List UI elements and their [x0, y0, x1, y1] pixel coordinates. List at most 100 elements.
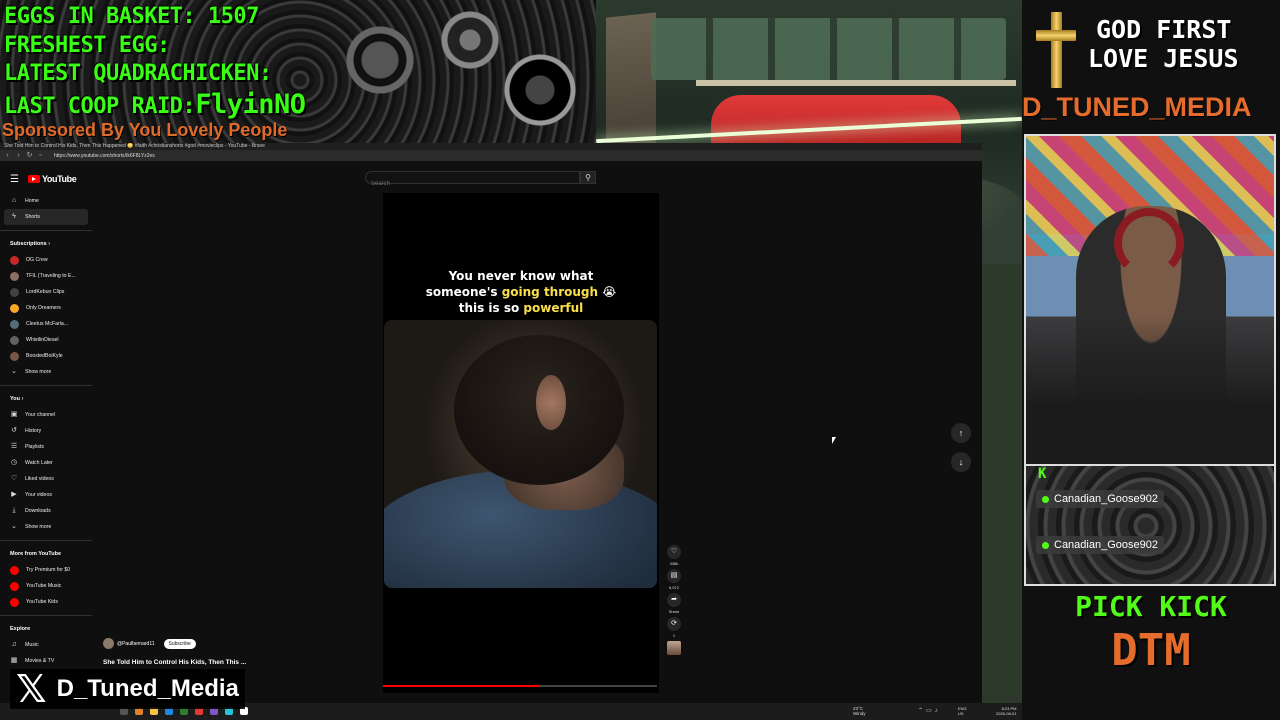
sidebar-icon: ◷: [10, 459, 18, 466]
subscriptions-list: OG Crew TFIL (Traveling to E... LordKebun …: [0, 252, 92, 364]
language-indicator[interactable]: ENG US: [958, 706, 967, 716]
cross-icon: [1036, 12, 1076, 88]
forward-icon[interactable]: ›: [15, 152, 22, 159]
stream-overlay-stats: EGGS IN BASKET: 1507 FRESHEST EGG: LATES…: [0, 0, 596, 143]
dtm-text: DTM: [1111, 625, 1191, 676]
shorts-icon: ϟ: [12, 213, 16, 220]
chevron-down-icon: ⌄: [11, 523, 17, 530]
channel-avatar: [10, 303, 19, 313]
show-more-you[interactable]: ⌄ Show more: [0, 519, 92, 535]
headset-icon: [1114, 208, 1184, 278]
latest-quadrachicken-label: LATEST QUADRACHICKEN:: [4, 61, 272, 86]
chat-badge-icon: [1042, 495, 1049, 503]
sidebar-item[interactable]: Cleetus McFarla...: [0, 316, 92, 332]
sidebar-item[interactable]: ▣ Your channel: [0, 407, 92, 423]
caption-highlight: going through: [501, 285, 599, 299]
short-title[interactable]: She Told Him to Control His Kids, Then T…: [103, 659, 246, 666]
sidebar-item[interactable]: Only Dreamers: [0, 300, 92, 316]
share-label: Share: [668, 609, 680, 614]
like-action: ♡ 438k: [665, 545, 683, 566]
subscriptions-header[interactable]: Subscriptions ›: [0, 236, 92, 252]
sponsor-text: Sponsored By You Lovely People: [2, 120, 288, 140]
menu-icon[interactable]: ☰: [10, 174, 19, 185]
remix-icon[interactable]: ⟳: [667, 617, 681, 631]
sidebar-icon: ♫: [11, 641, 17, 648]
share-icon[interactable]: ➦: [667, 593, 681, 607]
short-actions: ♡ 438k ▤ 6,572 ➦ Share ⟳ 1: [665, 545, 683, 655]
sidebar-item[interactable]: BoostedBoiKyle: [0, 348, 92, 364]
sidebar-item[interactable]: YouTube Kids: [0, 594, 92, 610]
search-input[interactable]: [366, 178, 579, 190]
background-strip: [982, 264, 1022, 704]
channel-avatar: [10, 351, 19, 361]
more-from-youtube-header: More from YouTube: [10, 551, 62, 557]
sidebar-icon: ☰: [10, 443, 18, 450]
divider: [0, 230, 92, 231]
sidebar-item-label: Home: [25, 198, 39, 204]
sidebar-item[interactable]: OG Crew: [0, 252, 92, 268]
chat-username: Canadian_Goose902: [1054, 493, 1158, 505]
clock-date: 2026-08-01: [996, 711, 1017, 716]
facecam-chair: [1026, 316, 1274, 464]
system-tray-icons[interactable]: ⌃▭♪: [918, 707, 941, 714]
sidebar-item-label: Your videos: [25, 492, 52, 498]
sidebar-item-label: Playlists: [25, 444, 45, 450]
comment-icon[interactable]: ▤: [667, 569, 681, 583]
short-caption: You never know what someone's going thro…: [383, 268, 659, 316]
sidebar-item[interactable]: Try Premium for $0: [0, 562, 92, 578]
divider: [0, 540, 92, 541]
previous-short-button[interactable]: ↑: [951, 423, 971, 443]
channel-name[interactable]: @Paulbernard11: [117, 641, 155, 647]
sidebar-item-label: Shorts: [25, 214, 40, 220]
chat-username: Canadian_Goose902: [1054, 539, 1158, 551]
sidebar-item[interactable]: ♡ Liked videos: [0, 471, 92, 487]
youtube-sidebar: ⌂ Home ϟ Shorts Subscriptions › OG Crew TFI…: [0, 193, 92, 669]
sidebar-icon: ▣: [10, 411, 18, 418]
sidebar-item[interactable]: ↺ History: [0, 423, 92, 439]
youtube-logo[interactable]: YouTube: [28, 174, 77, 184]
youtube-product-icon: [10, 565, 19, 575]
reload-icon[interactable]: ↻: [26, 152, 33, 159]
you-list: ▣ Your channel ↺ History ☰ Playlists ◷ Watch La…: [0, 407, 92, 519]
url-field[interactable]: https://www.youtube.com/shorts/Ik6F8LYz2…: [54, 153, 155, 159]
raid-label-text: LAST COOP RAID:: [4, 94, 196, 119]
search-icon[interactable]: ⚲: [580, 171, 596, 184]
god-first-text: GOD FIRST: [1096, 15, 1232, 44]
you-header[interactable]: You ›: [0, 391, 92, 407]
show-more-subscriptions[interactable]: ⌄ Show more: [0, 364, 92, 380]
next-short-button[interactable]: ↓: [951, 452, 971, 472]
explore-list: ♫ Music ▦ Movies & TV: [0, 637, 92, 669]
sidebar-item[interactable]: WhistlinDiesel: [0, 332, 92, 348]
sidebar-item[interactable]: TFIL (Traveling to E...: [0, 268, 92, 284]
window-title: She Told Him to Control His Kids, Then T…: [0, 143, 982, 150]
sidebar-item[interactable]: ▶ Your videos: [0, 487, 92, 503]
pick-kick-text: PICK KICK: [1075, 590, 1227, 623]
youtube-product-icon: [10, 597, 19, 607]
sidebar-item[interactable]: ☰ Playlists: [0, 439, 92, 455]
sidebar-item[interactable]: LordKebun Clips: [0, 284, 92, 300]
video-progress-bar[interactable]: [383, 685, 657, 687]
brand-name: D_TUNED_MEDIA: [1022, 92, 1252, 122]
sidebar-item[interactable]: ◷ Watch Later: [0, 455, 92, 471]
sidebar-item-home[interactable]: ⌂ Home: [0, 193, 92, 209]
weather-widget[interactable]: 23°C Windy: [853, 706, 866, 716]
back-icon[interactable]: ‹: [4, 152, 11, 159]
channel-avatar[interactable]: [103, 638, 114, 649]
chat-badge-icon: [1042, 541, 1049, 549]
clock[interactable]: 8:23 PM 2026-08-01: [996, 706, 1016, 716]
subscribe-button[interactable]: Subscribe: [163, 638, 196, 649]
video-frame[interactable]: [384, 320, 657, 588]
shorts-player[interactable]: You never know what someone's going thro…: [383, 193, 659, 693]
sidebar-item[interactable]: YouTube Music: [0, 578, 92, 594]
x-handle-badge: 𝕏 D_Tuned_Media: [10, 669, 245, 709]
youtube-product-icon: [10, 581, 19, 591]
chat-overlay: K Canadian_Goose902 Canadian_Goose902: [1024, 466, 1276, 586]
bookmark-icon[interactable]: ▫: [37, 152, 44, 159]
like-icon[interactable]: ♡: [667, 545, 681, 559]
stream-side-panel: GOD FIRST LOVE JESUS D_TUNED_MEDIA K Can…: [1022, 0, 1280, 720]
sidebar-item[interactable]: ⤓ Downloads: [0, 503, 92, 519]
sidebar-item[interactable]: ♫ Music: [0, 637, 92, 653]
sound-thumbnail[interactable]: [667, 641, 681, 655]
sidebar-item-shorts[interactable]: ϟ Shorts: [4, 209, 88, 225]
video-person-ear: [536, 375, 566, 430]
